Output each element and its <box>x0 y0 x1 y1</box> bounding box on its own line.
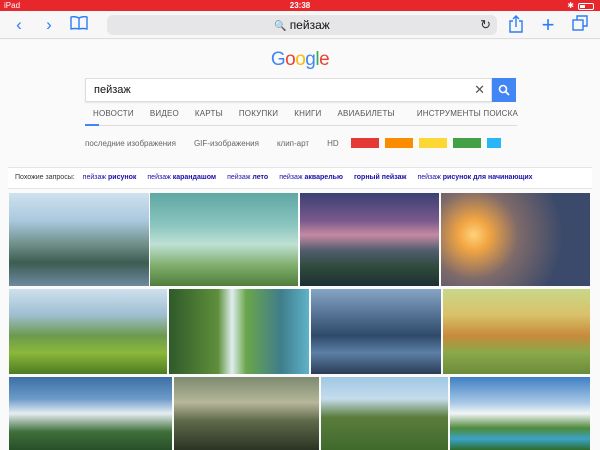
related-link[interactable]: пейзаж рисунок для начинающих <box>417 168 532 188</box>
filter-recent[interactable]: последние изображения <box>85 139 176 148</box>
search-tabs: НОВОСТИ ВИДЕО КАРТЫ ПОКУПКИ КНИГИ АВИАБИ… <box>85 103 526 125</box>
search-button[interactable] <box>492 78 516 102</box>
related-base: пейзаж <box>82 174 107 181</box>
logo-letter: g <box>305 49 316 70</box>
logo-letter: o <box>295 49 306 70</box>
image-result[interactable] <box>443 289 590 374</box>
image-result[interactable] <box>9 193 149 286</box>
image-result[interactable] <box>9 289 167 374</box>
related-base: пейзаж <box>417 174 441 181</box>
tab-search-tools[interactable]: ИНСТРУМЕНТЫ ПОИСКА <box>409 103 526 125</box>
color-filter-orange[interactable] <box>384 138 413 148</box>
color-filter-yellow[interactable] <box>418 138 447 148</box>
tab-shopping[interactable]: ПОКУПКИ <box>231 103 286 125</box>
related-label: Похожие запросы: <box>15 174 75 181</box>
color-filter-blue[interactable] <box>486 138 501 148</box>
tab-video[interactable]: ВИДЕО <box>142 103 187 125</box>
logo-letter: e <box>319 49 330 70</box>
address-text: пейзаж <box>289 18 330 32</box>
forward-icon[interactable]: › <box>38 15 60 35</box>
back-icon[interactable]: ‹ <box>8 15 30 35</box>
tabs-icon[interactable] <box>569 15 591 35</box>
tabs-divider <box>85 125 517 126</box>
filter-clipart[interactable]: клип-арт <box>277 139 309 148</box>
image-result[interactable] <box>300 193 439 286</box>
image-result[interactable] <box>321 377 448 450</box>
related-bold: рисунок для начинающих <box>442 174 533 181</box>
related-base: пейзаж <box>147 174 171 181</box>
related-bold: акварелью <box>304 174 343 181</box>
search-input[interactable]: пейзаж ✕ <box>85 78 492 102</box>
related-link[interactable]: пейзаж лето <box>227 168 268 188</box>
status-bar: iPad 23:38 ✱ <box>0 0 600 11</box>
active-tab-indicator <box>85 124 99 126</box>
related-link[interactable]: горный пейзаж <box>354 168 407 188</box>
share-icon[interactable] <box>505 15 527 35</box>
related-bold: карандашом <box>172 174 217 181</box>
image-result[interactable] <box>169 289 309 374</box>
image-result[interactable] <box>441 193 590 286</box>
logo-letter: o <box>285 49 296 70</box>
image-filters: последние изображения GIF-изображения кл… <box>85 136 507 150</box>
clear-icon[interactable]: ✕ <box>474 79 485 101</box>
battery-icon <box>578 3 594 10</box>
related-link[interactable]: пейзаж карандашом <box>147 168 216 188</box>
new-tab-icon[interactable]: + <box>537 14 559 36</box>
tab-news[interactable]: НОВОСТИ <box>85 103 142 125</box>
related-searches: Похожие запросы: пейзаж рисунок пейзаж к… <box>8 167 592 189</box>
color-filter-red[interactable] <box>350 138 379 148</box>
color-filter-green[interactable] <box>452 138 481 148</box>
related-link[interactable]: пейзаж акварелью <box>279 168 343 188</box>
image-result[interactable] <box>311 289 441 374</box>
related-base: пейзаж <box>279 174 303 181</box>
related-link[interactable]: пейзаж рисунок <box>83 168 137 188</box>
image-results-grid <box>9 193 590 450</box>
image-result[interactable] <box>450 377 590 450</box>
related-base: пейзаж <box>227 174 251 181</box>
tab-flights[interactable]: АВИАБИЛЕТЫ <box>330 103 403 125</box>
related-bold: лето <box>252 174 269 181</box>
image-result[interactable] <box>9 377 172 450</box>
related-bold: горный пейзаж <box>353 174 407 181</box>
image-result[interactable] <box>150 193 298 286</box>
image-result[interactable] <box>174 377 319 450</box>
tab-books[interactable]: КНИГИ <box>286 103 329 125</box>
logo-letter: G <box>270 49 286 70</box>
filter-hd[interactable]: HD <box>327 139 339 148</box>
reload-icon[interactable]: ↻ <box>480 15 491 35</box>
tab-maps[interactable]: КАРТЫ <box>187 103 231 125</box>
bluetooth-icon: ✱ <box>567 1 574 10</box>
status-icons: ✱ <box>567 0 594 11</box>
address-bar[interactable]: 🔍 пейзаж ↻ <box>107 15 497 35</box>
search-icon: 🔍 <box>274 21 287 32</box>
bookmarks-icon[interactable] <box>68 15 90 35</box>
filter-gif[interactable]: GIF-изображения <box>194 139 259 148</box>
google-logo[interactable]: Google <box>0 49 600 71</box>
search-query: пейзаж <box>94 84 131 96</box>
browser-toolbar: ‹ › 🔍 пейзаж ↻ + <box>0 11 600 39</box>
page-content: Google пейзаж ✕ НОВОСТИ ВИДЕО КАРТЫ ПОКУ… <box>0 40 600 450</box>
related-bold: рисунок <box>108 174 137 181</box>
clock: 23:38 <box>289 1 311 10</box>
